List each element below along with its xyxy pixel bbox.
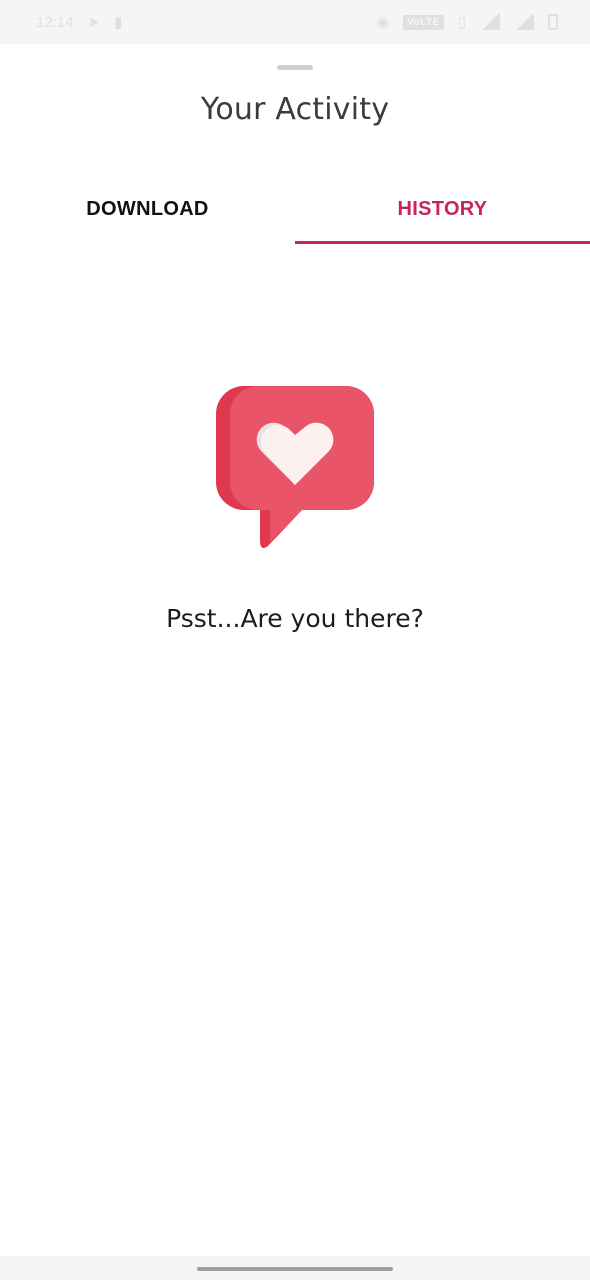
notification-icon: ▮ — [114, 13, 123, 31]
wifi-signal-icon — [480, 14, 500, 30]
tab-bar: DOWNLOAD HISTORY — [0, 180, 590, 244]
hotspot-icon: ◉ — [375, 13, 390, 31]
telegram-icon: ➤ — [87, 13, 101, 31]
volte-icon: VoLTE — [403, 14, 444, 30]
empty-state-message: Psst...Are you there? — [166, 604, 424, 633]
home-indicator[interactable] — [197, 1267, 393, 1271]
drag-handle[interactable] — [277, 65, 313, 70]
screen: 12:14 ➤ ▮ ◉ VoLTE ▯ Your Activity DOWNLO… — [0, 0, 590, 1280]
tab-history[interactable]: HISTORY — [295, 180, 590, 244]
cell-signal-icon — [514, 14, 534, 30]
tab-download-label: DOWNLOAD — [86, 197, 209, 220]
heart-speech-bubble-icon — [216, 386, 374, 548]
status-time: 12:14 — [36, 13, 74, 31]
status-bar-left: 12:14 ➤ ▮ — [36, 15, 122, 30]
tab-selected-indicator — [295, 241, 590, 244]
battery-icon — [548, 14, 558, 30]
tab-history-label: HISTORY — [397, 197, 488, 220]
vibrate-icon: ▯ — [457, 13, 466, 31]
tab-download[interactable]: DOWNLOAD — [0, 180, 295, 244]
status-bar-right: ◉ VoLTE ▯ — [376, 14, 558, 30]
sheet-title: Your Activity — [200, 92, 390, 127]
status-bar: 12:14 ➤ ▮ ◉ VoLTE ▯ — [0, 0, 590, 44]
navigation-bar — [0, 1256, 590, 1280]
